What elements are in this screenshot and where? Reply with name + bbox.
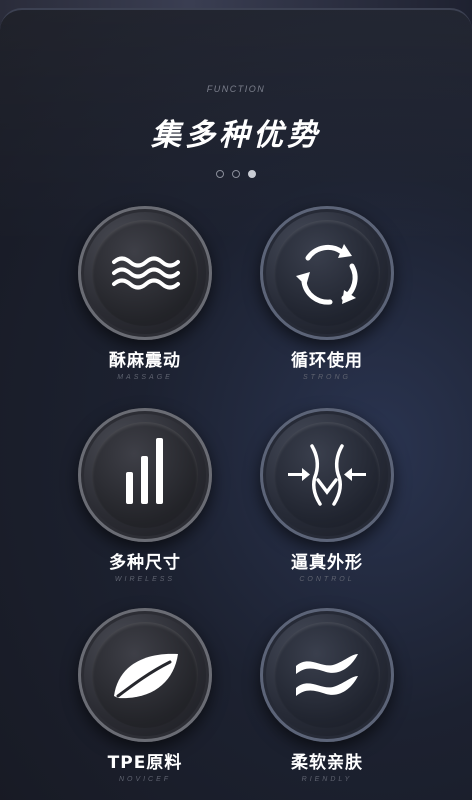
pagination-dot-1[interactable] [216,170,224,178]
waves-icon [112,256,180,290]
feature-control: 逼真外形 CONTROL [260,408,410,598]
feature-subtitle: STRONG [303,374,351,381]
feature-subtitle: WIRELESS [114,576,176,583]
feature-subtitle: RIENDLY [301,776,353,783]
pagination-dot-3[interactable] [248,170,256,178]
feature-wireless: 多种尺寸 WIRELESS [78,408,228,598]
feature-tpe: TPE原料 NOVICEF [78,608,228,798]
soft-wave-icon [296,654,358,696]
feature-strong: 循环使用 STRONG [260,206,410,396]
pagination-dot-2[interactable] [232,170,240,178]
feature-label: 逼真外形 [291,553,363,573]
feature-label: 循环使用 [291,351,363,371]
feature-label: 多种尺寸 [109,553,181,573]
feature-panel: FUNCTION 集多种优势 酥麻震动 MASSAGE 循环使用 STRONG … [0,8,472,800]
feature-label: 酥麻震动 [109,351,181,371]
section-title: 集多种优势 [151,118,321,153]
size-bars-icon [126,438,163,504]
recycle-icon [296,244,358,305]
pagination-dots [0,170,472,178]
body-shape-icon [288,444,366,506]
feature-label: 柔软亲肤 [291,753,363,773]
feature-subtitle: CONTROL [299,576,355,583]
feature-subtitle: MASSAGE [117,374,173,381]
feature-massage: 酥麻震动 MASSAGE [78,206,228,396]
leaf-icon [114,653,178,699]
section-kicker: FUNCTION [206,84,266,94]
feature-subtitle: NOVICEF [118,776,172,783]
feature-label: TPE原料 [107,753,183,773]
feature-friendly: 柔软亲肤 RIENDLY [260,608,410,798]
